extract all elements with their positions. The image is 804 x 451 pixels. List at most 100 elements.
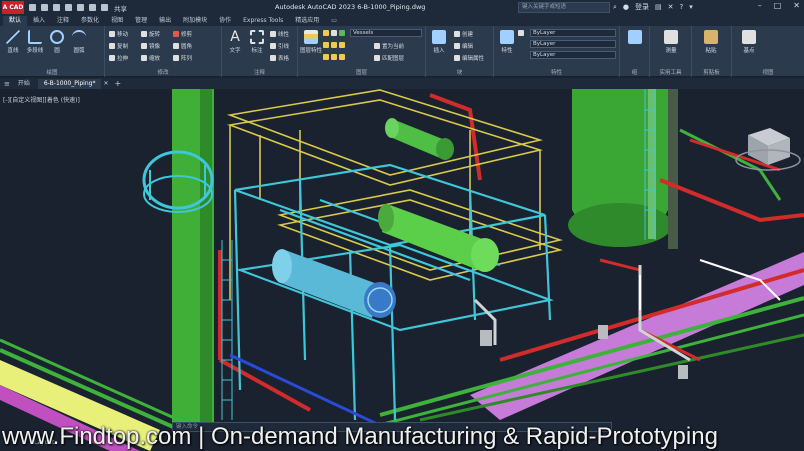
new-tab-icon[interactable]: + — [114, 79, 121, 88]
arc-button[interactable]: 圆弧 — [68, 30, 90, 54]
undo-icon[interactable] — [89, 4, 96, 11]
linear-button[interactable]: 线性 — [270, 30, 289, 38]
polyline-icon — [28, 30, 42, 44]
tab-manage[interactable]: 管理 — [129, 16, 153, 26]
search-icon[interactable]: ⌕ — [613, 3, 617, 12]
properties-button[interactable]: 特性 — [496, 30, 518, 54]
arc-icon — [72, 30, 86, 44]
layer-properties-button[interactable]: 图层特性 — [300, 30, 322, 54]
connect-icon[interactable]: ✕ — [668, 3, 674, 11]
tab-extra[interactable]: ▭ — [325, 16, 343, 26]
edit-block-button[interactable]: 编辑 — [454, 42, 473, 50]
line-button[interactable]: 直线 — [2, 30, 24, 54]
tab-drawing[interactable]: 6-B-1000_Piping* — [37, 78, 102, 89]
dimension-button[interactable]: 标注 — [246, 30, 268, 54]
layer-walk-icon — [339, 54, 345, 60]
linetype-dropdown[interactable]: ByLayer — [530, 40, 616, 48]
table-button[interactable]: 表格 — [270, 54, 289, 62]
autocad-logo[interactable]: A CAD — [2, 1, 24, 14]
tab-addins[interactable]: 附加模块 — [177, 16, 213, 26]
move-icon — [109, 31, 115, 37]
create-block-button[interactable]: 创建 — [454, 30, 473, 38]
tab-start[interactable]: 开始 — [12, 79, 36, 89]
model-viewport[interactable]: [-][自定义视图][着色 (快速)] — [0, 89, 804, 451]
leader-icon — [270, 43, 276, 49]
tab-collaborate[interactable]: 协作 — [213, 16, 237, 26]
search-input[interactable]: 键入关键字或短语 — [518, 2, 610, 13]
login-button[interactable]: 登录 — [635, 2, 649, 12]
group-button[interactable] — [624, 30, 646, 46]
tab-featured-apps[interactable]: 精选应用 — [289, 16, 325, 26]
copy-button[interactable]: 复制 — [109, 42, 128, 50]
expand-icon[interactable]: ▾ — [689, 3, 693, 11]
base-point-button[interactable]: 基点 — [738, 30, 760, 54]
mirror-button[interactable]: 镜像 — [141, 42, 160, 50]
measure-button[interactable]: 测量 — [660, 30, 682, 54]
layer-tools-row1[interactable] — [323, 42, 345, 48]
text-button[interactable]: A 文字 — [224, 30, 246, 54]
fillet-button[interactable]: 圆角 — [173, 42, 192, 50]
new-file-icon[interactable] — [29, 4, 36, 11]
line-icon — [6, 30, 20, 44]
color-dropdown[interactable]: ByLayer — [530, 29, 616, 37]
stretch-button[interactable]: 拉伸 — [109, 54, 128, 62]
insert-block-icon — [432, 30, 446, 44]
tab-insert[interactable]: 插入 — [27, 16, 51, 26]
save-icon[interactable] — [53, 4, 60, 11]
base-point-icon — [742, 30, 756, 44]
edit-attributes-icon — [454, 55, 460, 61]
user-icon[interactable]: ● — [623, 3, 629, 11]
insert-block-button[interactable]: 插入 — [428, 30, 450, 54]
maximize-icon[interactable]: □ — [774, 1, 782, 10]
leader-button[interactable]: 引线 — [270, 42, 289, 50]
circle-button[interactable]: 圆 — [46, 30, 68, 54]
tab-express-tools[interactable]: Express Tools — [237, 16, 289, 26]
set-current-button[interactable]: 置为当前 — [374, 42, 404, 50]
panel-title: 绘图 — [46, 70, 58, 76]
move-button[interactable]: 移动 — [109, 30, 128, 38]
panel-title: 视图 — [762, 70, 774, 76]
minimize-icon[interactable]: – — [758, 1, 762, 10]
array-button[interactable]: 阵列 — [173, 54, 192, 62]
match-layer-button[interactable]: 匹配图层 — [374, 54, 404, 62]
redo-icon[interactable] — [101, 4, 108, 11]
watermark: www.Findtop.com | On-demand Manufacturin… — [2, 423, 718, 450]
dimension-icon — [250, 30, 264, 44]
tab-annotate[interactable]: 注释 — [51, 16, 75, 26]
scale-button[interactable]: 缩放 — [141, 54, 160, 62]
rotate-button[interactable]: 旋转 — [141, 30, 160, 38]
color-swatch-icon — [339, 30, 345, 36]
close-tab-icon[interactable]: ✕ — [103, 80, 108, 87]
edit-attributes-button[interactable]: 编辑属性 — [454, 54, 484, 62]
ribbon-tabs: 默认 插入 注释 参数化 视图 管理 输出 附加模块 协作 Express To… — [0, 15, 804, 26]
share-button[interactable]: 共享 — [114, 3, 127, 13]
tab-output[interactable]: 输出 — [153, 16, 177, 26]
lineweight-dropdown[interactable]: ByLayer — [530, 51, 616, 59]
document-tabs: ≡ 开始 6-B-1000_Piping* ✕ + — [0, 78, 804, 89]
layer-state-icons[interactable] — [323, 30, 345, 36]
match-properties-button[interactable] — [518, 30, 524, 36]
print-icon[interactable] — [77, 4, 84, 11]
menu-icon[interactable]: ≡ — [4, 80, 10, 88]
panel-title: 块 — [456, 70, 463, 76]
panel-title: 组 — [631, 70, 638, 76]
cart-icon[interactable]: ▤ — [655, 3, 662, 11]
layer-dropdown[interactable]: Vessels — [350, 29, 422, 37]
trim-button[interactable]: 修剪 — [173, 30, 192, 38]
close-icon[interactable]: ✕ — [793, 1, 800, 10]
viewport-controls[interactable]: [-][自定义视图][着色 (快速)] — [3, 95, 80, 104]
lightbulb-icon — [323, 30, 329, 36]
paste-button[interactable]: 粘贴 — [700, 30, 722, 54]
open-file-icon[interactable] — [41, 4, 48, 11]
tab-view[interactable]: 视图 — [105, 16, 129, 26]
polyline-button[interactable]: 多段线 — [24, 30, 46, 54]
plant-3d-model — [0, 89, 804, 451]
sun-icon — [331, 30, 337, 36]
tab-parametric[interactable]: 参数化 — [75, 16, 105, 26]
layer-unisolate-icon — [331, 54, 337, 60]
layer-tools-row2[interactable] — [323, 54, 345, 60]
help-icon[interactable]: ? — [680, 3, 684, 11]
tab-default[interactable]: 默认 — [3, 16, 28, 26]
edit-block-icon — [454, 43, 460, 49]
save-as-icon[interactable] — [65, 4, 72, 11]
